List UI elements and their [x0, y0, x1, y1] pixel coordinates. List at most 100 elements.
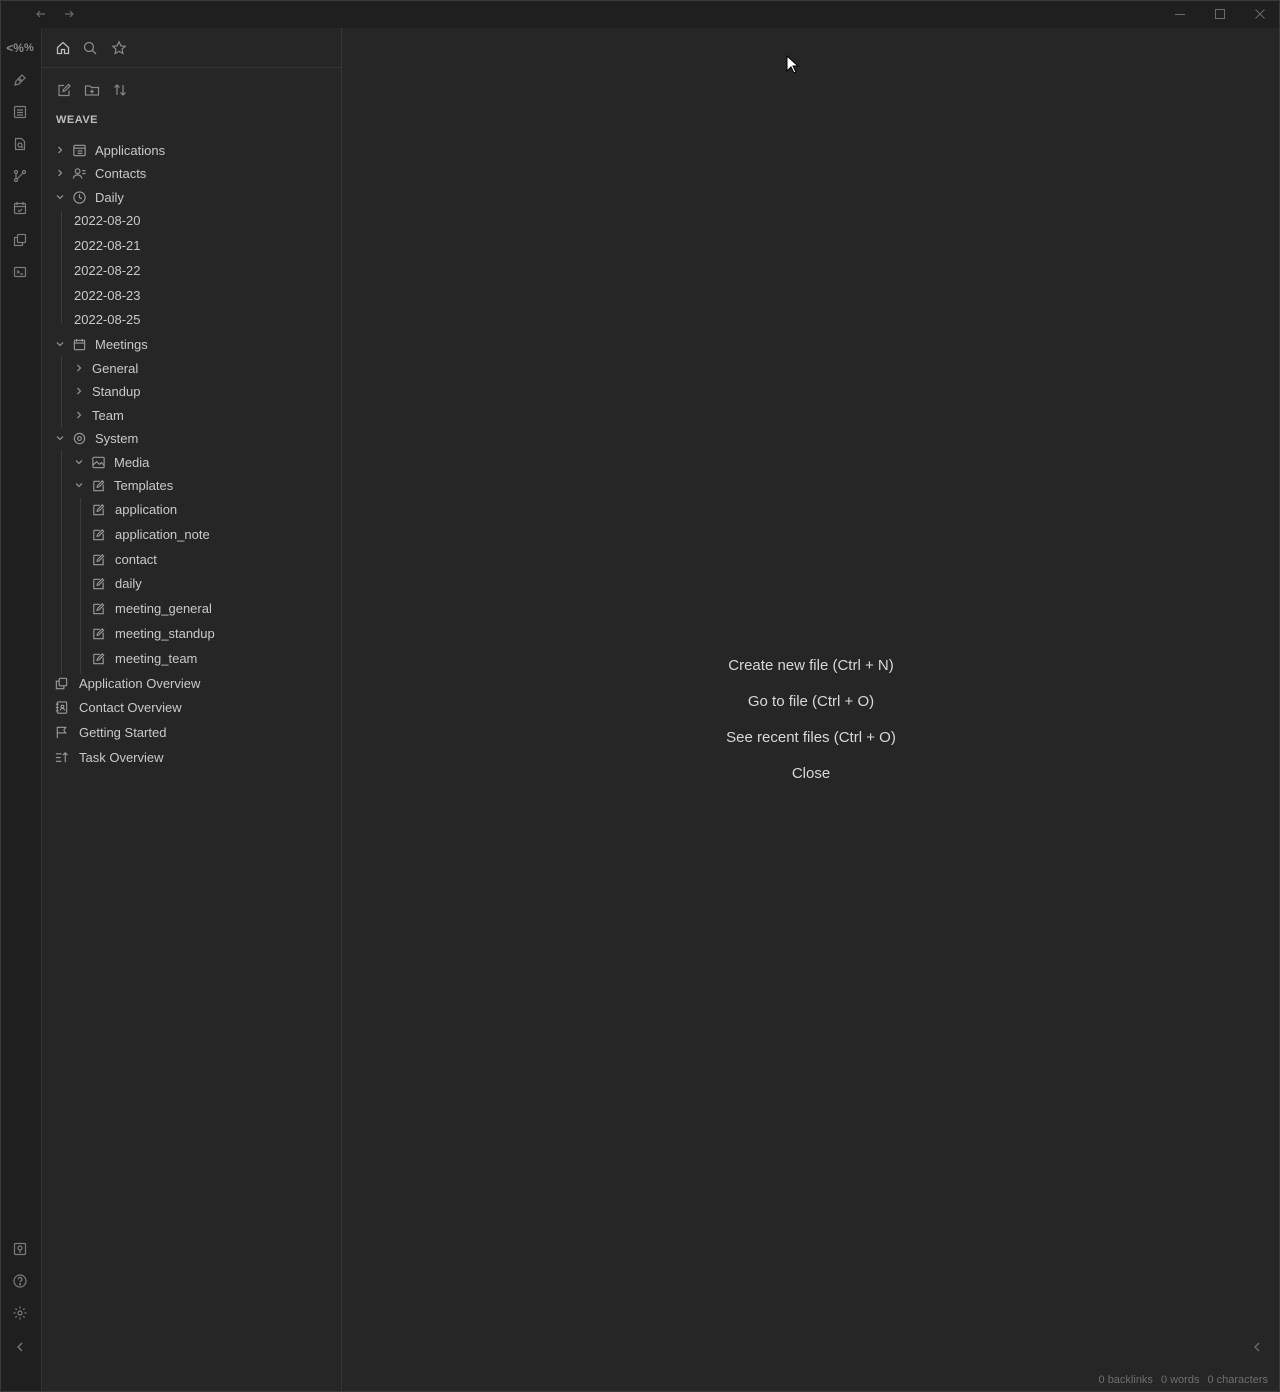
chevron-right-icon — [54, 144, 66, 156]
new-note-icon[interactable] — [54, 80, 74, 100]
folder-media[interactable]: Media — [42, 450, 341, 474]
settings-icon[interactable] — [10, 1303, 30, 1323]
file-label: 2022-08-22 — [74, 262, 141, 278]
chevron-down-icon — [73, 479, 85, 491]
file-label: Contact Overview — [79, 699, 182, 715]
terminal-icon[interactable] — [10, 262, 30, 282]
folder-label: Meetings — [95, 336, 148, 352]
chevron-right-icon — [73, 362, 85, 374]
backlinks-count[interactable]: 0 backlinks — [1099, 1374, 1153, 1386]
help-icon[interactable] — [10, 1271, 30, 1291]
status-bar: 0 backlinks 0 words 0 characters — [1099, 1374, 1268, 1386]
template-icon — [90, 625, 106, 641]
folder-label: Applications — [95, 142, 166, 158]
copy-icon — [53, 675, 69, 691]
template-icon — [90, 575, 106, 591]
calendar-check-icon[interactable] — [10, 198, 30, 218]
folder-label: Daily — [95, 189, 124, 205]
graph-icon[interactable] — [10, 166, 30, 186]
arrow-left-icon[interactable] — [30, 0, 52, 28]
window-close-icon[interactable] — [1246, 0, 1274, 28]
window-minimize-icon[interactable] — [1166, 0, 1194, 28]
see-recent-files-action[interactable]: See recent files (Ctrl + O) — [342, 729, 1280, 746]
folder-label: General — [92, 360, 139, 376]
file-label: meeting_standup — [115, 625, 215, 641]
file-item[interactable]: 2022-08-23 — [42, 283, 341, 307]
file-application-overview[interactable]: Application Overview — [42, 671, 341, 695]
create-new-file-action[interactable]: Create new file (Ctrl + N) — [342, 657, 1280, 674]
template-file[interactable]: daily — [42, 571, 341, 595]
folder-meetings[interactable]: Meetings — [42, 332, 341, 356]
file-item[interactable]: 2022-08-21 — [42, 233, 341, 257]
sort-icon[interactable] — [110, 80, 130, 100]
folder-daily[interactable]: Daily — [42, 185, 341, 209]
folder-general[interactable]: General — [42, 356, 341, 380]
template-icon — [90, 551, 106, 567]
folder-label: Media — [114, 454, 150, 470]
file-label: application_note — [115, 526, 210, 542]
users-icon — [71, 165, 87, 181]
mouse-cursor-icon — [786, 55, 800, 75]
go-to-file-action[interactable]: Go to file (Ctrl + O) — [342, 693, 1280, 710]
template-file[interactable]: meeting_standup — [42, 621, 341, 645]
chevron-down-icon — [54, 191, 66, 203]
close-action[interactable]: Close — [342, 765, 1280, 782]
template-icon — [90, 477, 106, 493]
templater-icon[interactable]: <%% — [6, 38, 33, 58]
file-explorer-sidebar: WEAVE Applications Contacts Daily 2022-0… — [42, 28, 342, 1392]
folder-label: Contacts — [95, 165, 147, 181]
file-label: application — [115, 501, 178, 517]
folder-label: Templates — [114, 477, 174, 493]
window-maximize-icon[interactable] — [1206, 0, 1234, 28]
file-item[interactable]: 2022-08-20 — [42, 208, 341, 232]
gear-icon — [71, 430, 87, 446]
chevron-right-icon — [73, 409, 85, 421]
templater-glyph: <% — [6, 41, 24, 55]
file-getting-started[interactable]: Getting Started — [42, 720, 341, 744]
file-task-overview[interactable]: Task Overview — [42, 745, 341, 769]
file-label: 2022-08-20 — [74, 212, 141, 228]
arrow-right-icon[interactable] — [58, 0, 80, 28]
star-icon[interactable] — [109, 38, 129, 58]
template-file[interactable]: application — [42, 497, 341, 521]
character-count: 0 characters — [1207, 1374, 1268, 1386]
file-label: meeting_general — [115, 600, 212, 616]
search-icon[interactable] — [80, 38, 100, 58]
template-file[interactable]: application_note — [42, 522, 341, 546]
folder-applications[interactable]: Applications — [42, 138, 341, 162]
copy-icon[interactable] — [10, 230, 30, 250]
template-icon — [90, 526, 106, 542]
file-label: 2022-08-21 — [74, 237, 141, 253]
template-file[interactable]: meeting_general — [42, 596, 341, 620]
sidebar-tab-bar — [42, 28, 341, 68]
template-file[interactable]: meeting_team — [42, 646, 341, 670]
file-contact-overview[interactable]: Contact Overview — [42, 695, 341, 719]
template-file[interactable]: contact — [42, 547, 341, 571]
search-doc-icon[interactable] — [10, 134, 30, 154]
collapse-left-icon[interactable] — [10, 1337, 30, 1357]
new-folder-icon[interactable] — [82, 80, 102, 100]
table-icon[interactable] — [10, 102, 30, 122]
template-icon — [90, 501, 106, 517]
file-item[interactable]: 2022-08-25 — [42, 307, 341, 331]
file-label: Application Overview — [79, 675, 201, 691]
collapse-right-sidebar-icon[interactable] — [1250, 1340, 1264, 1354]
file-item[interactable]: 2022-08-22 — [42, 258, 341, 282]
pen-icon[interactable] — [10, 70, 30, 90]
templater-percent: % — [23, 42, 34, 54]
folder-system[interactable]: System — [42, 426, 341, 450]
home-icon[interactable] — [53, 38, 73, 58]
folder-standup[interactable]: Standup — [42, 379, 341, 403]
word-count: 0 words — [1160, 1374, 1200, 1386]
folder-label: Standup — [92, 383, 141, 399]
file-label: 2022-08-23 — [74, 287, 141, 303]
folder-team[interactable]: Team — [42, 403, 341, 427]
file-label: contact — [115, 551, 157, 567]
list-sort-icon — [53, 749, 69, 765]
folder-label: System — [95, 430, 139, 446]
chevron-right-icon — [73, 385, 85, 397]
folder-contacts[interactable]: Contacts — [42, 161, 341, 185]
vault-icon[interactable] — [10, 1239, 30, 1259]
folder-templates[interactable]: Templates — [42, 473, 341, 497]
clock-icon — [71, 189, 87, 205]
